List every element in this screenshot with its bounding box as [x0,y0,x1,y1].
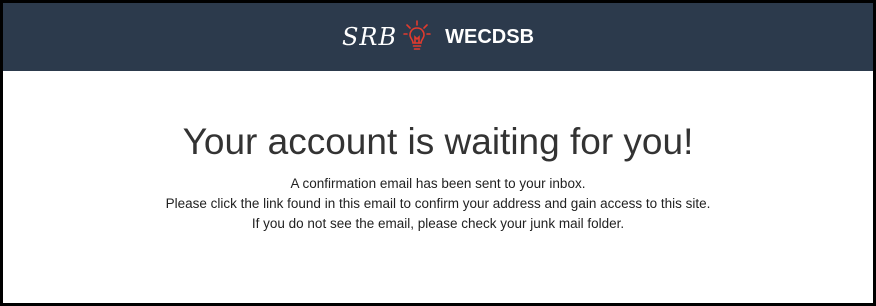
lightbulb-icon [403,20,431,54]
message-line: Please click the link found in this emai… [165,196,711,211]
confirmation-panel: SRB WECDSB Your account is waiting for y… [0,0,876,306]
site-header: SRB WECDSB [3,3,873,71]
brand: SRB WECDSB [342,20,534,54]
confirmation-message: A confirmation email has been sent to yo… [3,174,873,234]
page-title: Your account is waiting for you! [182,121,694,162]
srb-logo-text: SRB [341,23,398,51]
message-line: A confirmation email has been sent to yo… [290,176,586,191]
main-content: Your account is waiting for you! A confi… [3,71,873,234]
message-line: If you do not see the email, please chec… [251,216,625,231]
org-name: WECDSB [445,26,535,48]
